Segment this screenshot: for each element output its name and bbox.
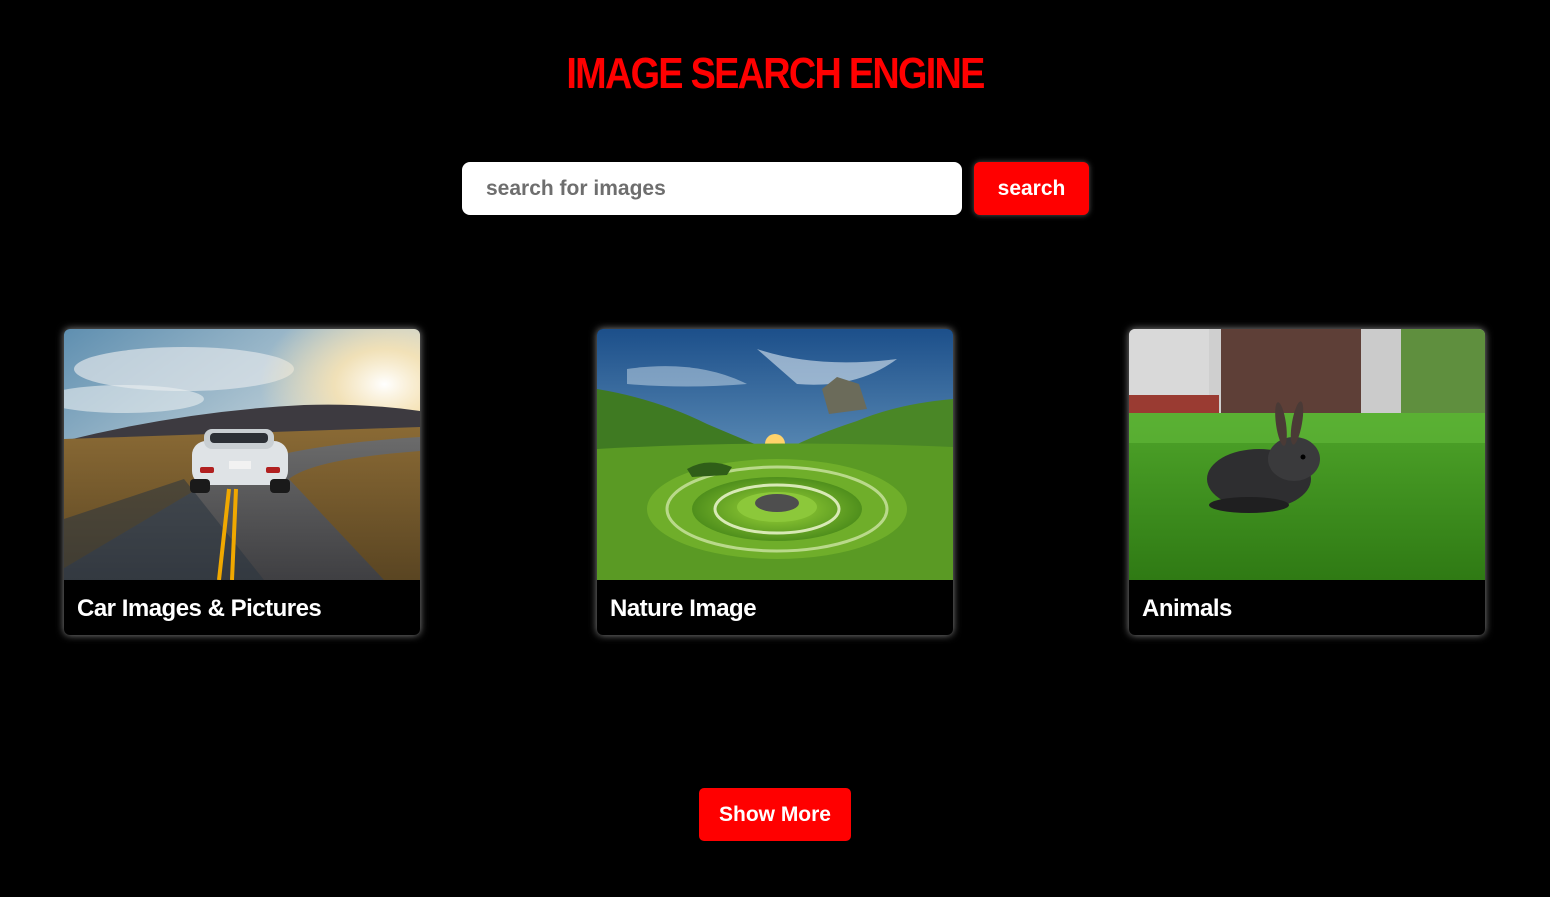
search-button[interactable]: search xyxy=(974,162,1089,215)
result-card-car[interactable]: Car Images & Pictures xyxy=(64,329,420,635)
car-image xyxy=(64,329,420,580)
nature-image xyxy=(597,329,953,580)
card-caption: Animals xyxy=(1142,595,1232,622)
search-form: search xyxy=(462,162,1090,215)
page-title: IMAGE SEARCH ENGINE xyxy=(566,49,985,98)
result-card-animals[interactable]: Animals xyxy=(1129,329,1485,635)
show-more-button[interactable]: Show More xyxy=(699,788,851,841)
card-caption: Nature Image xyxy=(610,595,757,622)
animals-image xyxy=(1129,329,1485,580)
card-caption: Car Images & Pictures xyxy=(77,595,322,622)
result-card-nature[interactable]: Nature Image xyxy=(597,329,953,635)
search-input[interactable] xyxy=(462,162,962,215)
page: IMAGE SEARCH ENGINE search for images se… xyxy=(0,0,1550,897)
